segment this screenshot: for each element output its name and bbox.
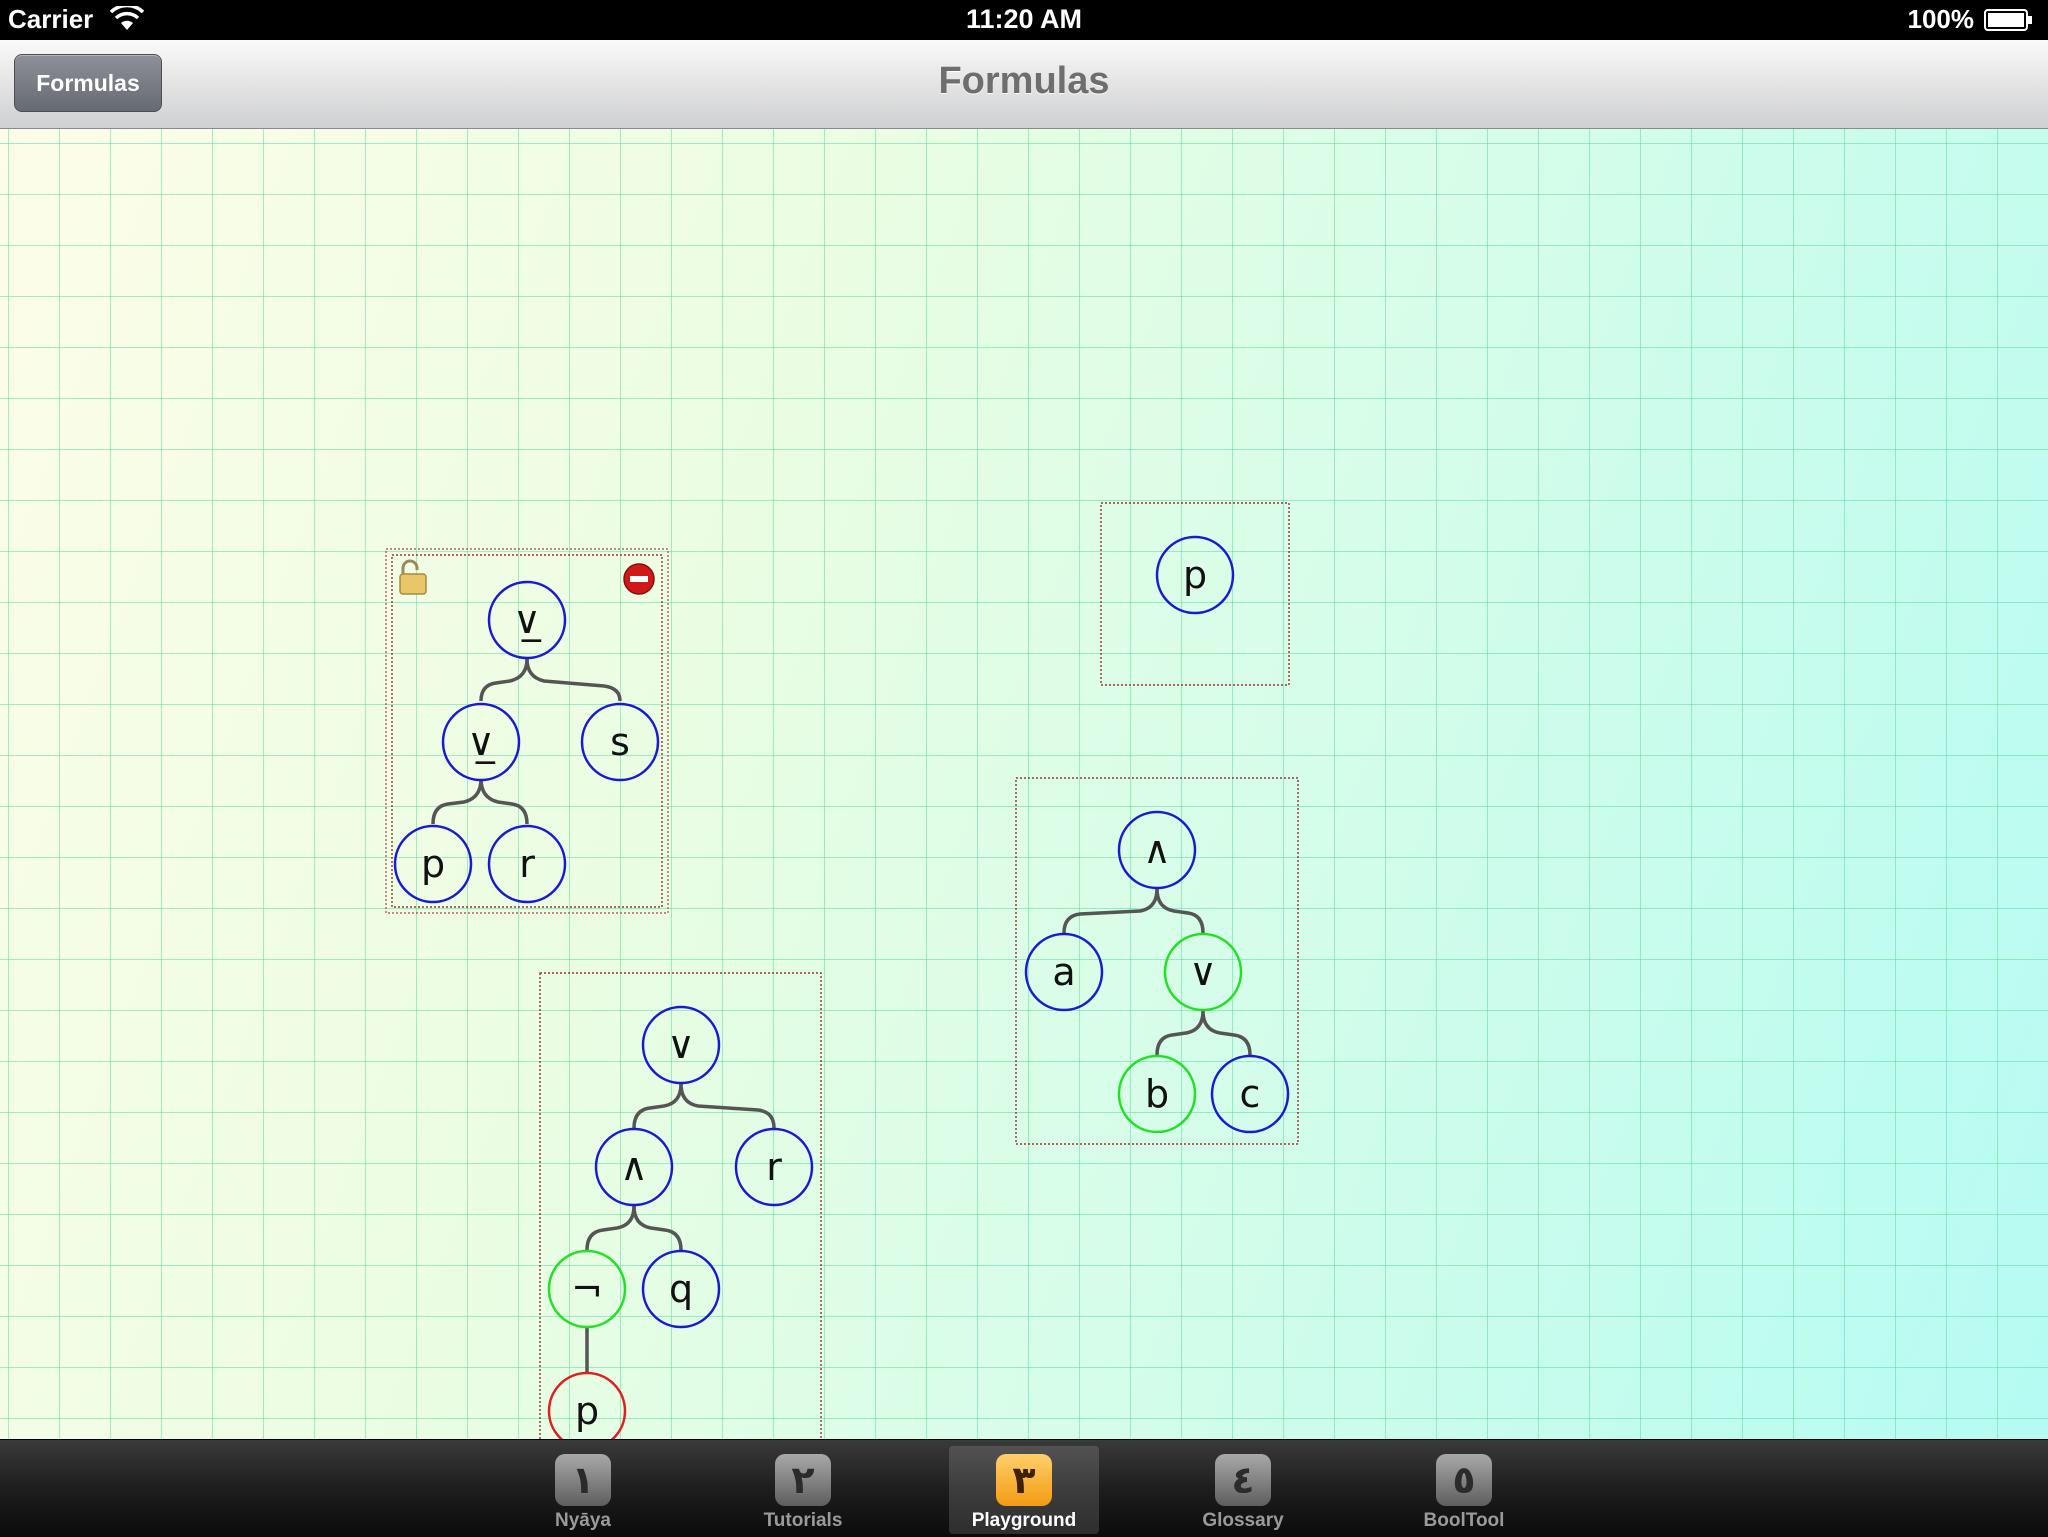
tree-edges	[1062, 888, 1252, 1056]
tree-node[interactable]: ∧	[1117, 810, 1197, 890]
node-label: p	[1183, 553, 1207, 597]
tab-nyaya[interactable]: ١ Nyāya	[508, 1446, 658, 1534]
playground-canvas[interactable]: ∨̲ ∨̲ s p r p ∧ a ∨ b c ∨ ∧ r ¬ q p	[0, 129, 2048, 1439]
tree-node[interactable]: s	[580, 702, 660, 782]
navigation-bar: Formulas Formulas	[0, 40, 2048, 129]
node-label: r	[766, 1145, 782, 1189]
tree-node[interactable]: ∨̲	[487, 580, 567, 660]
tree-node[interactable]: q	[641, 1249, 721, 1329]
status-bar: Carrier 11:20 AM 100%	[0, 0, 2048, 40]
battery-icon	[1984, 9, 2032, 31]
formula-tree-1[interactable]: ∨̲ ∨̲ s p r	[385, 548, 669, 914]
tree-node[interactable]: ∧	[594, 1127, 674, 1207]
tree-node[interactable]: r	[487, 824, 567, 904]
tab-tutorials-icon: ٢	[775, 1454, 831, 1506]
node-label: r	[519, 842, 535, 886]
tree-node-highlighted[interactable]: ¬	[547, 1249, 627, 1329]
formula-canvas-svg: ∨̲ ∨̲ s p r p ∧ a ∨ b c ∨ ∧ r ¬ q p	[385, 502, 1299, 1439]
tab-playground-label: Playground	[971, 1510, 1077, 1531]
tab-glossary-label: Glossary	[1202, 1510, 1284, 1531]
tab-bar: ١ Nyāya ٢ Tutorials ٣ Playground ٤ Gloss…	[0, 1439, 2048, 1537]
battery-percent: 100%	[1907, 4, 1975, 34]
node-label: p	[421, 842, 445, 886]
tree-node[interactable]: ∨̲	[441, 702, 521, 782]
node-label: s	[610, 720, 630, 764]
node-label: ∧	[1143, 828, 1171, 872]
clock: 11:20 AM	[965, 4, 1083, 34]
tab-nyaya-icon: ١	[555, 1454, 611, 1506]
tab-booltool[interactable]: ٥ BoolTool	[1389, 1446, 1539, 1534]
tree-node[interactable]: p	[1155, 535, 1235, 615]
tree-node[interactable]: c	[1210, 1054, 1290, 1134]
tab-playground[interactable]: ٣ Playground	[949, 1446, 1099, 1534]
node-label: b	[1145, 1072, 1169, 1116]
tree-node-error[interactable]: p	[547, 1371, 627, 1439]
lock-icon[interactable]	[399, 559, 427, 595]
tab-booltool-icon: ٥	[1436, 1454, 1492, 1506]
tree-node[interactable]: a	[1024, 932, 1104, 1012]
tree-node[interactable]: ∨	[641, 1005, 721, 1085]
tab-nyaya-label: Nyāya	[555, 1510, 611, 1531]
tab-booltool-label: BoolTool	[1423, 1510, 1505, 1531]
node-label: c	[1240, 1072, 1261, 1116]
tab-glossary[interactable]: ٤ Glossary	[1168, 1446, 1318, 1534]
formula-tree-3[interactable]: ∧ a ∨ b c	[1015, 777, 1299, 1145]
node-label: ∨	[667, 1023, 695, 1067]
node-label: p	[575, 1389, 599, 1433]
node-label: ∨	[1189, 950, 1217, 994]
tree-node-highlighted[interactable]: ∨	[1163, 932, 1243, 1012]
page-title: Formulas	[938, 60, 1110, 102]
tab-tutorials[interactable]: ٢ Tutorials	[728, 1446, 878, 1534]
node-label: ¬	[571, 1267, 603, 1311]
tree-node[interactable]: r	[734, 1127, 814, 1207]
tab-tutorials-label: Tutorials	[763, 1510, 843, 1531]
tree-node-highlighted[interactable]: b	[1117, 1054, 1197, 1134]
tab-glossary-icon: ٤	[1215, 1454, 1271, 1506]
node-label: ∧	[620, 1145, 648, 1189]
node-label: a	[1052, 950, 1075, 994]
node-label: ∨̲	[467, 720, 496, 764]
tree-edges	[585, 1083, 776, 1372]
delete-icon[interactable]	[623, 563, 655, 595]
node-label: ∨̲	[513, 598, 542, 642]
formula-tree-2[interactable]: p	[1100, 502, 1290, 686]
tree-edges	[431, 658, 622, 825]
node-label: q	[669, 1267, 693, 1311]
tree-node[interactable]: p	[393, 824, 473, 904]
tab-playground-icon: ٣	[996, 1454, 1052, 1506]
formula-tree-4[interactable]: ∨ ∧ r ¬ q p	[539, 972, 822, 1439]
